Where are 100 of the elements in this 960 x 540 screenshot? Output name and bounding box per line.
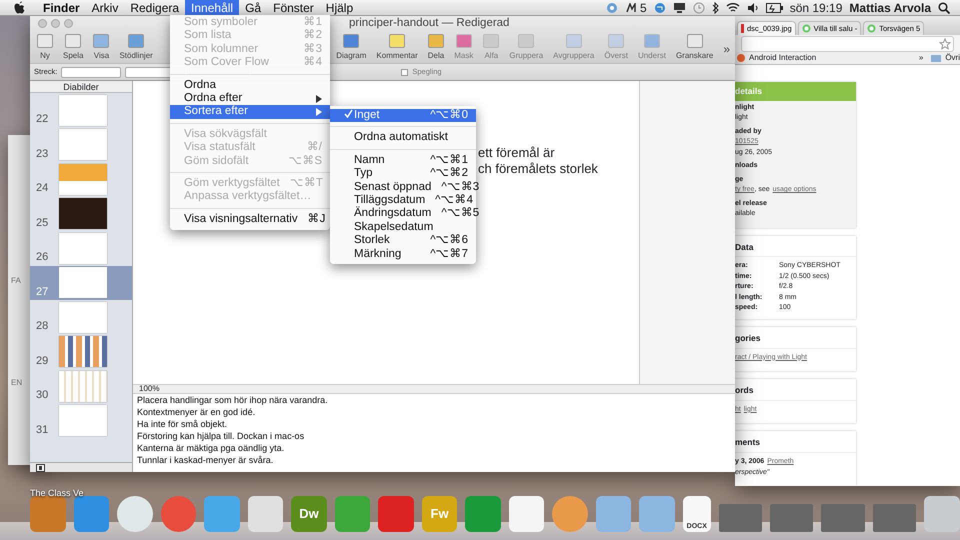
slide-text: ch föremålets storlek (478, 161, 599, 177)
slide-thumbnail (59, 370, 107, 402)
desktop-icon-label: The Class Ve (30, 487, 84, 500)
menu-item[interactable]: Märkning ^⌥⌘7 (330, 248, 476, 261)
tool-icon (37, 34, 53, 48)
menu-item[interactable]: Ordna automatiskt (330, 131, 476, 145)
slide-thumbnail (59, 129, 107, 160)
slide-number: 23 (36, 146, 50, 162)
display-icon (672, 2, 686, 13)
bluetooth-icon (712, 2, 719, 14)
tool-icon (456, 34, 472, 48)
bookmark[interactable]: » (918, 52, 924, 64)
note-line: Placera handlingar som hör ihop nära varandra. (137, 394, 329, 406)
tool-icon (566, 34, 582, 48)
card-title: details (735, 82, 856, 100)
slide-row[interactable]: 31 (30, 404, 132, 438)
tool-icon (644, 34, 660, 48)
slide-thumbnail (59, 198, 107, 229)
wifi-icon (726, 2, 740, 13)
more-button[interactable]: » (718, 40, 735, 58)
toolbar-button[interactable]: Dela (422, 34, 450, 62)
menu-title[interactable]: Gå (239, 0, 268, 16)
menu-item[interactable]: Namn ^⌥⌘1 (330, 154, 476, 168)
bookmark[interactable]: Android Interaction (737, 52, 816, 64)
window-title: principer-handout — Redigerad (349, 16, 510, 31)
toolbar-button[interactable]: Ny (32, 34, 58, 62)
slide-row[interactable]: 29 (30, 334, 132, 369)
menu-item[interactable]: Typ ^⌥⌘2 (330, 167, 476, 181)
note-line: Tunnlar i kaskad-menyer är svåra. (137, 454, 274, 466)
toolbar-button[interactable]: Kommentar (371, 34, 423, 62)
toolbar-button[interactable]: Granskare (670, 34, 718, 62)
address-field[interactable] (741, 36, 954, 52)
slide-thumbnail (59, 302, 107, 332)
slide-number: 26 (36, 250, 50, 265)
tool-icon (608, 34, 624, 48)
sidebar-heading: EN (11, 377, 24, 389)
bookmark[interactable]: Övri (931, 52, 960, 64)
sidebar-title: Diabilder (63, 81, 99, 92)
menubar-clock: sön 19:19 (790, 0, 842, 16)
sidebar-heading: FA (11, 275, 22, 287)
slide-row[interactable]: 28 (30, 300, 132, 334)
menu-title[interactable]: Redigera (124, 0, 186, 16)
app-icon[interactable]: Dw (291, 496, 327, 532)
slide-number: 24 (36, 181, 50, 196)
menu-title[interactable]: Hjälp (320, 0, 360, 16)
tool-icon (518, 34, 534, 48)
battery-icon (766, 2, 783, 12)
tool-icon (389, 34, 406, 48)
menu-item[interactable]: Storlek ^⌥⌘6 (330, 234, 476, 248)
menu-item[interactable]: Ordna (170, 78, 330, 92)
zoom-select[interactable]: 100% (139, 383, 160, 395)
window-thumbnail-icon[interactable] (718, 504, 762, 532)
tool-icon (65, 34, 82, 48)
speaker-icon (746, 2, 759, 12)
slide-row[interactable]: 26 (30, 231, 132, 266)
toolbar-button[interactable]: Visa (88, 34, 114, 62)
note-line: Kanterna är mäktiga pga oändlig yta. (137, 442, 286, 454)
menu-title[interactable]: Arkiv (86, 0, 124, 16)
menu-item[interactable]: Visa visningsalternativ ⌘J (170, 212, 330, 226)
menu-title[interactable]: Finder (37, 0, 86, 16)
menu-item[interactable]: Inget ^⌥⌘0 (330, 109, 476, 122)
site-icon (737, 54, 745, 62)
slide-row[interactable]: 22 (30, 93, 132, 128)
menu-title[interactable]: Fönster (267, 0, 320, 16)
menu-item[interactable]: Tilläggsdatum ^⌥⌘4 (330, 194, 476, 208)
star-icon (939, 38, 951, 50)
tool-icon (483, 34, 500, 48)
tool-icon (428, 34, 444, 48)
toolbar-button[interactable]: Diagram (331, 34, 372, 62)
view-icon (36, 464, 45, 472)
stroke-select[interactable] (61, 66, 122, 78)
tool-icon (93, 34, 110, 48)
slide-number: 27 (36, 284, 50, 300)
note-line: Förstoring kan hjälpa till. Dockan i mac-os (137, 430, 306, 442)
menu-title[interactable]: Innehåll (185, 0, 240, 16)
slide-number: 25 (36, 216, 50, 230)
window-thumbnail-icon[interactable] (770, 504, 814, 532)
toolbar-button[interactable]: Spela (58, 34, 88, 62)
slide-row[interactable]: 23 (30, 128, 132, 162)
window-thumbnail-icon[interactable] (872, 504, 916, 532)
slide-thumbnail (59, 164, 107, 194)
slide-thumbnail (59, 405, 107, 436)
slide-number: 29 (36, 354, 50, 368)
slide-row[interactable]: 25 (30, 196, 132, 231)
tool-icon (128, 34, 144, 48)
window-thumbnail-icon[interactable] (821, 504, 865, 532)
menu-item[interactable]: Ordna efter (170, 92, 330, 106)
slide-number: 28 (36, 319, 50, 334)
toolbar-button[interactable]: Stödlinjer (114, 34, 158, 62)
user-name: Mattias Arvola (849, 0, 931, 16)
slide-row[interactable]: 30 (30, 369, 132, 404)
tool-icon (343, 34, 360, 48)
slide-row[interactable]: 24 (30, 162, 132, 196)
slide-number: 30 (36, 388, 50, 403)
menu-item[interactable]: Sortera efter (170, 105, 330, 119)
search-icon (938, 2, 950, 14)
slide-thumbnail (59, 232, 107, 264)
slide-thumbnail (59, 267, 107, 298)
menu-item[interactable]: Skapelsedatum (330, 220, 476, 234)
tool-icon (686, 34, 703, 48)
